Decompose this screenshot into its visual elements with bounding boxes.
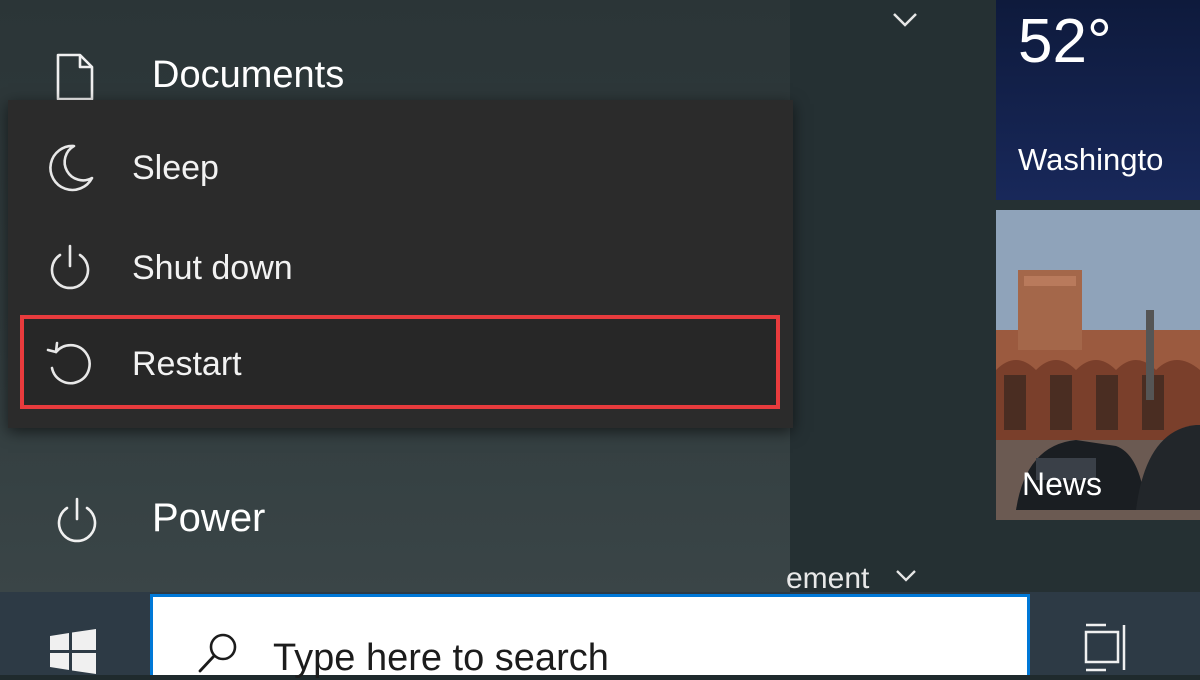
weather-location: Washingto <box>1018 142 1164 177</box>
weather-tile[interactable]: 52° Washingto <box>996 0 1200 200</box>
task-view-icon[interactable] <box>1082 620 1134 675</box>
weather-temperature: 52° <box>1018 7 1112 76</box>
news-label: News <box>1022 466 1103 502</box>
power-icon <box>50 244 90 290</box>
sleep-label: Sleep <box>132 149 219 187</box>
power-label: Power <box>152 496 266 540</box>
search-icon <box>198 633 237 673</box>
chevron-down-icon[interactable] <box>890 8 920 32</box>
chevron-down-icon[interactable] <box>893 566 919 586</box>
shut-down-label: Shut down <box>132 249 293 287</box>
power-options-menu: Sleep Shut down Restart <box>8 100 793 428</box>
restart-label: Restart <box>132 345 242 383</box>
taskbar: Type here to search <box>0 592 1200 679</box>
search-box[interactable]: Type here to search <box>150 594 1030 679</box>
restart-icon <box>46 341 91 385</box>
document-icon <box>56 53 94 101</box>
start-button[interactable] <box>0 592 148 675</box>
windows-logo-icon <box>50 629 96 674</box>
power-icon <box>57 497 97 543</box>
start-item-power[interactable]: Power <box>0 480 790 560</box>
documents-label: Documents <box>152 54 345 96</box>
menu-item-sleep[interactable]: Sleep <box>8 122 793 212</box>
menu-item-restart[interactable]: Restart <box>8 318 793 408</box>
menu-item-shut-down[interactable]: Shut down <box>8 222 793 312</box>
moon-icon <box>49 144 94 192</box>
group-header-partial[interactable]: ement <box>786 562 869 596</box>
news-tile[interactable]: News <box>996 210 1200 520</box>
start-menu-middle-area <box>790 0 996 592</box>
search-placeholder: Type here to search <box>273 637 609 679</box>
